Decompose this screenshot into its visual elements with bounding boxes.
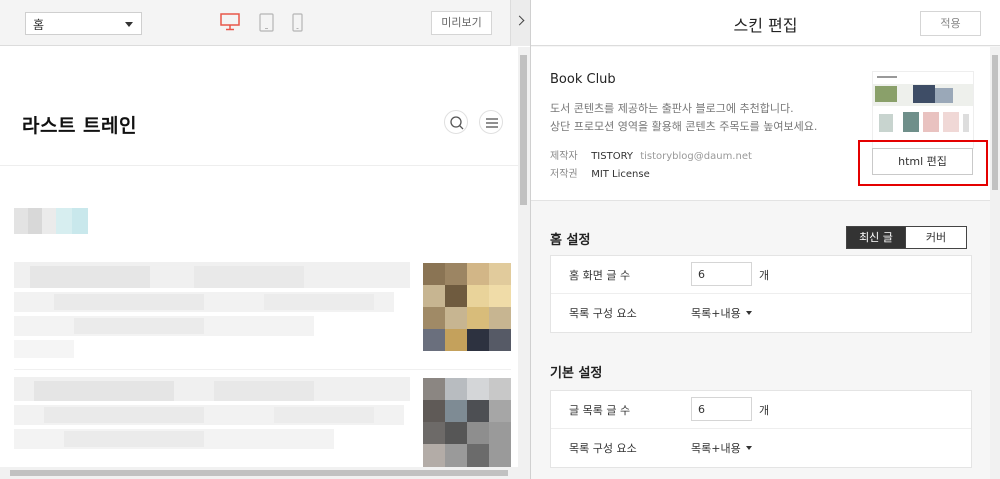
skin-description-line: 상단 프로모션 영역을 활용해 콘텐츠 주목도를 높여보세요. [550,120,818,133]
search-icon[interactable] [444,110,468,134]
scrollbar-thumb[interactable] [992,55,998,190]
dropdown-value: 목록+내용 [691,442,741,455]
basic-settings-panel: 글 목록 글 수 개 목록 구성 요소 목록+내용 [550,390,972,468]
blurred-category [14,208,88,234]
collapse-panel-button[interactable] [510,0,530,46]
list-post-count-input[interactable] [691,397,752,421]
maker-email: tistoryblog@daum.net [640,151,752,162]
skin-thumbnail [872,71,974,149]
editor-vertical-scrollbar[interactable] [990,47,1000,479]
home-post-count-unit: 개 [759,269,770,282]
page-select[interactable]: 홈 [25,12,142,35]
skin-name: Book Club [550,72,616,87]
basic-list-component-row: 목록 구성 요소 목록+내용 [551,429,971,467]
list-post-count-unit: 개 [759,404,770,417]
preview-vertical-scrollbar[interactable] [518,47,530,467]
skin-edit-header: 스킨 편집 적용 [531,0,1000,46]
mobile-icon[interactable] [292,13,303,36]
preview-horizontal-scrollbar[interactable] [0,467,530,479]
preview-toolbar: 홈 미리보기 [0,0,530,46]
skin-info-card: Book Club 도서 콘텐츠를 제공하는 출판사 블로그에 추천합니다. 상… [531,47,990,201]
scrollbar-thumb[interactable] [10,470,508,476]
tablet-icon[interactable] [259,13,274,36]
skin-editor-window: 홈 미리보기 라스트 트레인 스킨 편집 적용 Book Club 도서 콘텐츠… [0,0,1000,479]
preview-button[interactable]: 미리보기 [431,11,492,35]
basic-list-component-dropdown[interactable]: 목록+내용 [691,440,752,456]
basic-list-component-label: 목록 구성 요소 [569,442,637,455]
home-mode-toggle: 최신 글 커버 [846,226,967,249]
list-post-count-label: 글 목록 글 수 [569,404,631,417]
apply-button[interactable]: 적용 [920,11,981,36]
tab-latest-posts[interactable]: 최신 글 [846,226,906,249]
maker-name: TISTORY [591,151,633,162]
blurred-post-text [14,377,410,467]
license-value: MIT License [591,169,650,180]
home-list-component-dropdown[interactable]: 목록+내용 [691,305,752,321]
home-settings-title: 홈 설정 [550,233,591,248]
skin-description-line: 도서 콘텐츠를 제공하는 출판사 블로그에 추천합니다. [550,102,794,115]
home-settings-panel: 홈 화면 글 수 개 목록 구성 요소 목록+내용 [550,255,972,333]
html-edit-button[interactable]: html 편집 [872,148,973,175]
home-post-count-row: 홈 화면 글 수 개 [551,256,971,294]
home-post-count-input[interactable] [691,262,752,286]
maker-label: 제작자 [550,151,578,162]
dropdown-value: 목록+내용 [691,307,741,320]
skin-edit-panel: 스킨 편집 적용 Book Club 도서 콘텐츠를 제공하는 출판사 블로그에… [531,0,1000,479]
home-list-component-row: 목록 구성 요소 목록+내용 [551,294,971,332]
caret-down-icon [745,311,752,315]
blurred-post-text [14,262,410,362]
license-label: 저작권 [550,169,578,180]
preview-pane: 홈 미리보기 라스트 트레인 [0,0,530,479]
scrollbar-thumb[interactable] [520,55,527,205]
list-post-count-row: 글 목록 글 수 개 [551,391,971,429]
tab-cover[interactable]: 커버 [906,226,967,249]
blog-title[interactable]: 라스트 트레인 [22,111,137,138]
skin-description: 도서 콘텐츠를 제공하는 출판사 블로그에 추천합니다. 상단 프로모션 영역을… [550,100,817,136]
skin-license-row: 저작권 MIT License [550,165,650,180]
skin-maker-row: 제작자 TISTORY tistoryblog@daum.net [550,147,752,162]
blurred-post-thumbnail [423,263,511,351]
divider [0,165,518,166]
menu-icon[interactable] [479,110,503,134]
basic-settings-title: 기본 설정 [550,366,603,381]
home-post-count-label: 홈 화면 글 수 [569,269,631,282]
blurred-post-thumbnail [423,378,511,467]
page-select-value: 홈 [33,18,45,32]
caret-down-icon [745,446,752,450]
desktop-icon[interactable] [220,13,240,35]
home-list-component-label: 목록 구성 요소 [569,307,637,320]
chevron-down-icon [125,22,133,27]
blog-preview: 라스트 트레인 [0,47,518,467]
chevron-right-icon [514,15,525,26]
